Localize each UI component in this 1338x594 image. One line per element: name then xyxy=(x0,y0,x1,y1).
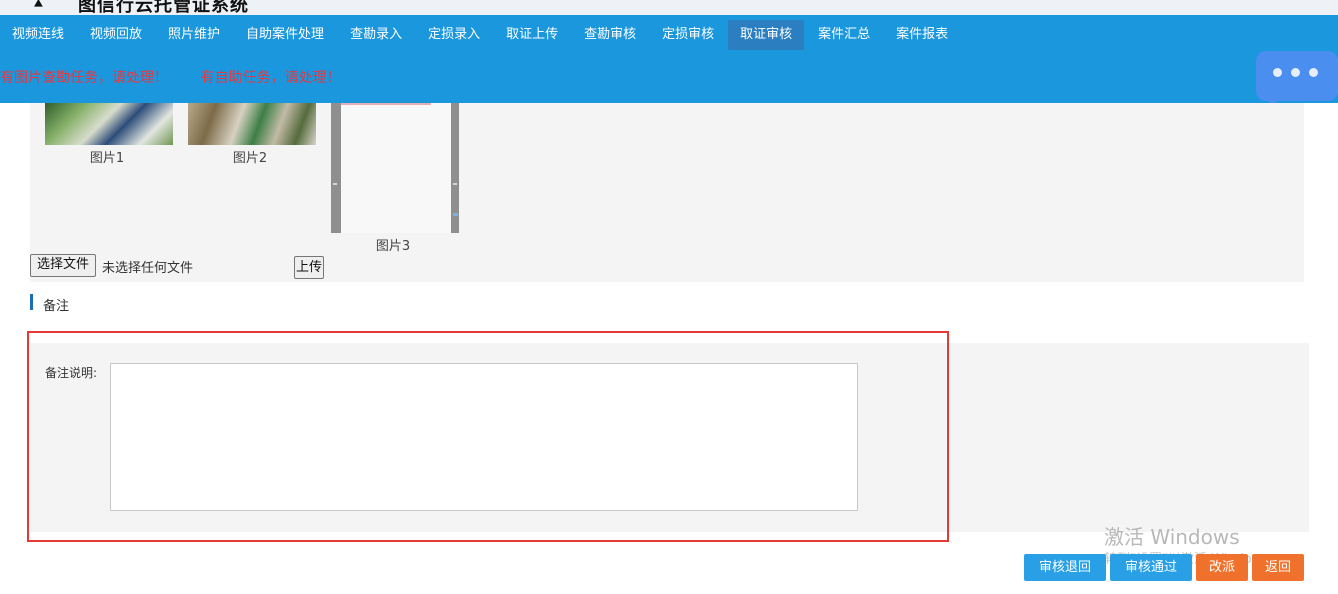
windows-activation-watermark: 激活 Windows xyxy=(1104,525,1240,549)
nav-item-evidence-upload[interactable]: 取证上传 xyxy=(494,20,570,50)
remark-label: 备注说明: xyxy=(45,366,98,380)
document-header-line xyxy=(341,103,431,105)
scroll-mark xyxy=(333,183,337,185)
photo-caption-3: 图片3 xyxy=(375,239,411,254)
choose-file-button[interactable]: 选择文件 xyxy=(30,254,97,277)
photo-thumbnail-1[interactable] xyxy=(45,103,173,145)
nav-item-photo-maintenance[interactable]: 照片维护 xyxy=(156,20,232,50)
task-alerts: 有图片查勘任务，请处理！ 有自助任务，请处理！ xyxy=(0,67,368,87)
photo-caption-1: 图片1 xyxy=(89,151,125,166)
back-button[interactable]: 返回 xyxy=(1252,554,1304,581)
review-pass-button[interactable]: 审核通过 xyxy=(1110,554,1192,581)
nav-item-survey-review[interactable]: 查勘审核 xyxy=(572,20,648,50)
photo-thumbnail-3[interactable] xyxy=(331,103,459,233)
app-title: 图信行云托管证系统 xyxy=(78,0,249,15)
remarks-section-title: 备注 xyxy=(43,299,70,314)
reassign-button[interactable]: 改派 xyxy=(1196,554,1248,581)
scroll-mark xyxy=(453,213,458,216)
chat-dot xyxy=(1273,68,1282,77)
top-navbar: 视频连线 视频回放 照片维护 自助案件处理 查勘录入 定损录入 取证上传 查勘审… xyxy=(0,15,1338,103)
nav-item-loss-review[interactable]: 定损审核 xyxy=(650,20,726,50)
alert-photo-survey-task[interactable]: 有图片查勘任务，请处理！ xyxy=(0,70,168,86)
photo-caption-2: 图片2 xyxy=(232,151,268,166)
remark-textarea[interactable] xyxy=(110,363,858,511)
chat-dot xyxy=(1291,68,1300,77)
chat-dots xyxy=(1273,68,1318,77)
scroll-mark xyxy=(453,183,457,185)
photo-thumbnail-2[interactable] xyxy=(188,103,316,145)
logo-icon: ⯅ xyxy=(32,0,45,13)
nav-item-video-playback[interactable]: 视频回放 xyxy=(78,20,154,50)
main-nav: 视频连线 视频回放 照片维护 自助案件处理 查勘录入 定损录入 取证上传 查勘审… xyxy=(0,20,962,52)
alert-self-service-task[interactable]: 有自助任务，请处理！ xyxy=(200,70,340,86)
nav-item-self-service-cases[interactable]: 自助案件处理 xyxy=(234,20,336,50)
upload-button[interactable]: 上传 xyxy=(294,256,324,279)
document-preview xyxy=(341,103,451,233)
chat-dot xyxy=(1309,68,1318,77)
app-header: ⯅ 图信行云托管证系统 xyxy=(0,0,1338,15)
nav-item-evidence-review[interactable]: 取证审核 xyxy=(728,20,805,50)
nav-item-case-summary[interactable]: 案件汇总 xyxy=(806,20,882,50)
nav-item-survey-entry[interactable]: 查勘录入 xyxy=(338,20,414,50)
file-status-text: 未选择任何文件 xyxy=(102,261,194,276)
section-marker xyxy=(30,294,33,310)
nav-item-loss-entry[interactable]: 定损录入 xyxy=(416,20,492,50)
nav-item-case-report[interactable]: 案件报表 xyxy=(884,20,960,50)
nav-item-video-call[interactable]: 视频连线 xyxy=(0,20,76,50)
review-return-button[interactable]: 审核退回 xyxy=(1024,554,1106,581)
